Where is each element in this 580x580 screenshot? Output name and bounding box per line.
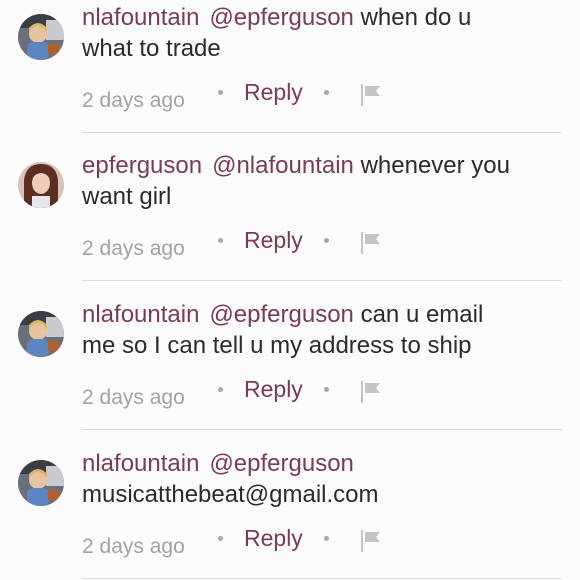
- child-avatar-icon: [18, 311, 64, 357]
- separator-dot: [324, 536, 329, 541]
- comment-text: can u email: [360, 301, 484, 328]
- child-avatar-icon: [18, 14, 64, 60]
- flag-icon[interactable]: [358, 528, 384, 554]
- reply-button[interactable]: Reply: [244, 79, 303, 106]
- separator-dot: [218, 387, 223, 392]
- timestamp: 2 days ago: [82, 89, 185, 112]
- reply-button[interactable]: Reply: [244, 376, 303, 403]
- divider: [82, 132, 562, 133]
- comment-item: nlafountain @epferguson can u email me so…: [0, 297, 580, 445]
- username-link[interactable]: nlafountain: [82, 4, 199, 31]
- comment-meta: 2 days ago Reply: [82, 79, 482, 112]
- comment-meta: 2 days ago Reply: [82, 376, 482, 409]
- username-link[interactable]: nlafountain: [82, 450, 199, 477]
- divider: [82, 429, 562, 430]
- comment-text: musicatthebeat@gmail.com: [82, 481, 379, 508]
- mention-link[interactable]: @epferguson: [209, 450, 353, 477]
- comment-item: nlafountain @epferguson when do u what to…: [0, 0, 580, 148]
- mention-link[interactable]: @nlafountain: [212, 152, 354, 179]
- mention-link[interactable]: @epferguson: [209, 301, 353, 328]
- comment-body: epferguson @nlafountain whenever you want…: [82, 150, 572, 212]
- avatar[interactable]: [18, 311, 64, 357]
- woman-avatar-icon: [18, 162, 64, 208]
- avatar[interactable]: [18, 162, 64, 208]
- reply-button[interactable]: Reply: [244, 227, 303, 254]
- comment-meta: 2 days ago Reply: [82, 525, 482, 558]
- flag-icon[interactable]: [358, 82, 384, 108]
- username-link[interactable]: nlafountain: [82, 301, 199, 328]
- avatar[interactable]: [18, 460, 64, 506]
- comment-text: want girl: [82, 183, 172, 210]
- separator-dot: [324, 238, 329, 243]
- comment-body: nlafountain @epferguson musicatthebeat@gm…: [82, 448, 572, 510]
- separator-dot: [218, 238, 223, 243]
- flag-icon[interactable]: [358, 379, 384, 405]
- reply-button[interactable]: Reply: [244, 525, 303, 552]
- comment-text: whenever you: [360, 152, 510, 179]
- username-link[interactable]: epferguson: [82, 152, 202, 179]
- separator-dot: [324, 90, 329, 95]
- child-avatar-icon: [18, 460, 64, 506]
- comment-text: when do u: [360, 4, 472, 31]
- avatar[interactable]: [18, 14, 64, 60]
- mention-link[interactable]: @epferguson: [209, 4, 353, 31]
- comment-item: nlafountain @epferguson musicatthebeat@gm…: [0, 446, 580, 580]
- timestamp: 2 days ago: [82, 535, 185, 558]
- timestamp: 2 days ago: [82, 237, 185, 260]
- timestamp: 2 days ago: [82, 386, 185, 409]
- separator-dot: [324, 387, 329, 392]
- divider: [82, 578, 562, 579]
- comment-thread: nlafountain @epferguson when do u what to…: [0, 0, 580, 580]
- comment-item: epferguson @nlafountain whenever you want…: [0, 148, 580, 296]
- separator-dot: [218, 90, 223, 95]
- comment-body: nlafountain @epferguson can u email me so…: [82, 299, 572, 361]
- comment-body: nlafountain @epferguson when do u what to…: [82, 2, 572, 64]
- comment-meta: 2 days ago Reply: [82, 227, 482, 260]
- flag-icon[interactable]: [358, 230, 384, 256]
- separator-dot: [218, 536, 223, 541]
- comment-text: me so I can tell u my address to ship: [82, 332, 472, 359]
- comment-text: what to trade: [82, 35, 221, 62]
- divider: [82, 280, 562, 281]
